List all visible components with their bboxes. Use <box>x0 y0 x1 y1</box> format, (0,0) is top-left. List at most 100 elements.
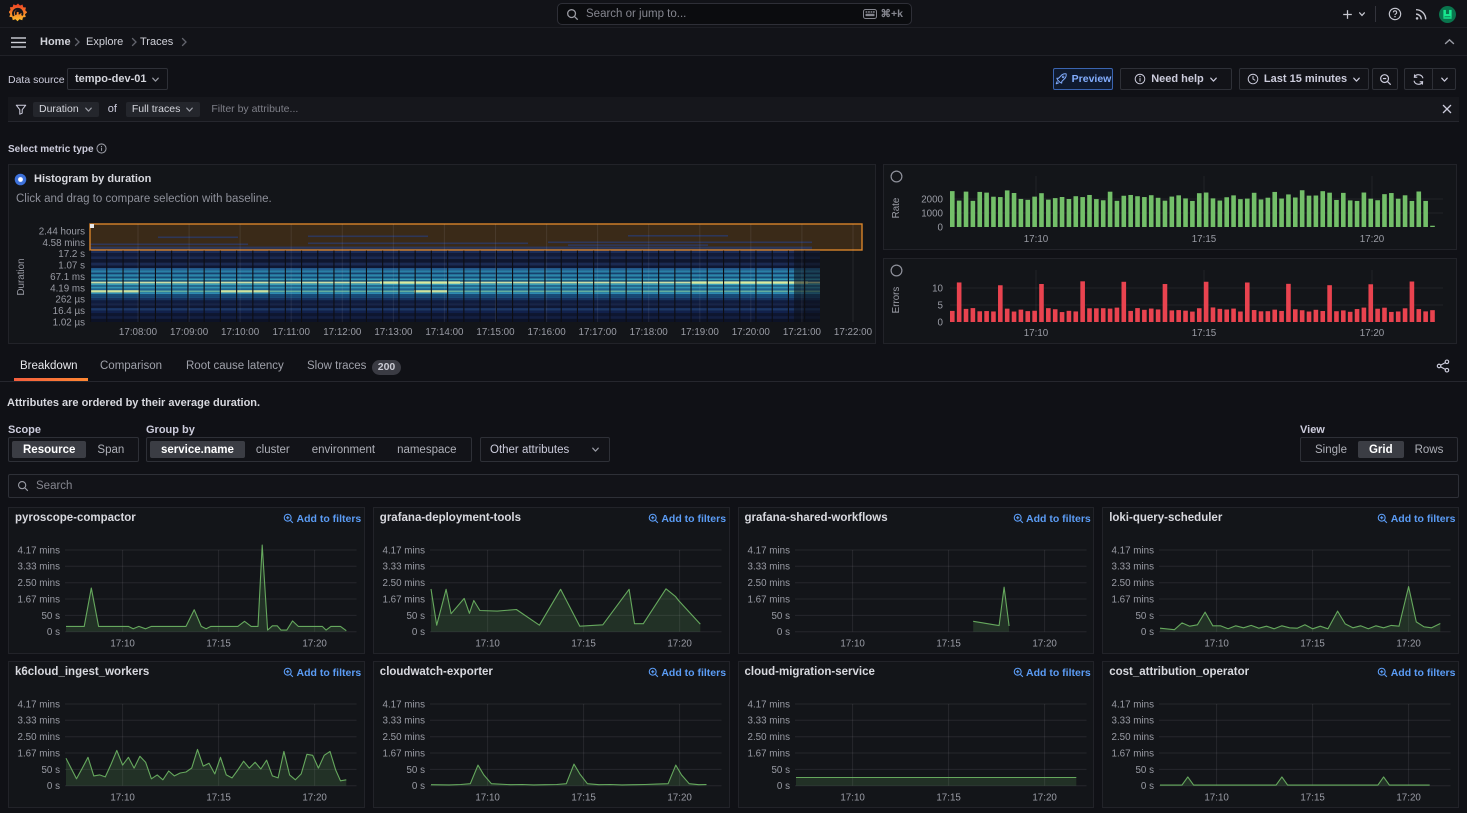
svg-text:50 s: 50 s <box>771 765 790 776</box>
svg-text:17:10: 17:10 <box>1205 793 1230 804</box>
svg-text:0 s: 0 s <box>1141 781 1154 792</box>
svg-text:67.1 ms: 67.1 ms <box>50 272 85 283</box>
svg-text:4.17 mins: 4.17 mins <box>747 545 790 556</box>
svg-text:17:10: 17:10 <box>475 639 500 650</box>
svg-text:0: 0 <box>938 317 944 328</box>
svg-text:1.67 mins: 1.67 mins <box>747 594 790 605</box>
svg-text:17:15: 17:15 <box>571 793 596 804</box>
svg-text:17:10: 17:10 <box>110 639 135 650</box>
svg-text:17:10:00: 17:10:00 <box>221 327 260 338</box>
svg-text:17:14:00: 17:14:00 <box>425 327 464 338</box>
svg-text:1.67 mins: 1.67 mins <box>747 748 790 759</box>
svg-text:17:08:00: 17:08:00 <box>119 327 158 338</box>
svg-text:Errors: Errors <box>891 287 902 314</box>
svg-text:17:19:00: 17:19:00 <box>681 327 720 338</box>
svg-text:50 s: 50 s <box>1136 765 1155 776</box>
svg-text:1.67 mins: 1.67 mins <box>18 748 61 759</box>
svg-text:2.50 mins: 2.50 mins <box>1112 732 1155 743</box>
svg-text:1.07 s: 1.07 s <box>58 261 85 272</box>
svg-text:17:17:00: 17:17:00 <box>579 327 618 338</box>
svg-text:17:15: 17:15 <box>1301 639 1326 650</box>
svg-text:17:15: 17:15 <box>1192 328 1217 339</box>
svg-text:3.33 mins: 3.33 mins <box>18 562 61 573</box>
svg-text:0 s: 0 s <box>412 781 425 792</box>
svg-text:2.44 hours: 2.44 hours <box>39 226 85 237</box>
svg-text:1.67 mins: 1.67 mins <box>382 748 425 759</box>
svg-text:17:10: 17:10 <box>1024 234 1049 245</box>
svg-text:17:15:00: 17:15:00 <box>476 327 515 338</box>
svg-text:17:15: 17:15 <box>936 639 961 650</box>
svg-text:3.33 mins: 3.33 mins <box>747 716 790 727</box>
svg-text:17:21:00: 17:21:00 <box>783 327 822 338</box>
svg-text:1.67 mins: 1.67 mins <box>1112 748 1155 759</box>
svg-text:17:20: 17:20 <box>667 639 692 650</box>
svg-text:17:15: 17:15 <box>1192 234 1217 245</box>
svg-text:2.50 mins: 2.50 mins <box>382 578 425 589</box>
svg-text:17:10: 17:10 <box>1024 328 1049 339</box>
svg-text:3.33 mins: 3.33 mins <box>382 716 425 727</box>
svg-text:Rate: Rate <box>891 197 902 218</box>
svg-text:17:15: 17:15 <box>1301 793 1326 804</box>
svg-text:50 s: 50 s <box>1136 611 1155 622</box>
svg-text:17:10: 17:10 <box>840 793 865 804</box>
svg-text:1.02 µs: 1.02 µs <box>53 317 85 328</box>
svg-text:17:18:00: 17:18:00 <box>630 327 669 338</box>
svg-text:17:20:00: 17:20:00 <box>732 327 771 338</box>
svg-text:17:20: 17:20 <box>1397 793 1422 804</box>
svg-text:17:10: 17:10 <box>110 793 135 804</box>
svg-text:2000: 2000 <box>921 194 943 205</box>
svg-text:5: 5 <box>938 300 944 311</box>
svg-text:3.33 mins: 3.33 mins <box>747 562 790 573</box>
svg-text:3.33 mins: 3.33 mins <box>382 562 425 573</box>
svg-text:2.50 mins: 2.50 mins <box>382 732 425 743</box>
svg-text:50 s: 50 s <box>771 611 790 622</box>
svg-text:17:13:00: 17:13:00 <box>374 327 413 338</box>
svg-text:10: 10 <box>932 283 943 294</box>
svg-text:17:20: 17:20 <box>302 793 327 804</box>
svg-text:17:22:00: 17:22:00 <box>834 327 873 338</box>
svg-text:17:20: 17:20 <box>1032 793 1057 804</box>
svg-text:2.50 mins: 2.50 mins <box>747 732 790 743</box>
svg-text:4.17 mins: 4.17 mins <box>382 699 425 710</box>
svg-text:Duration: Duration <box>16 258 27 295</box>
svg-text:1000: 1000 <box>921 208 943 219</box>
svg-text:17:15: 17:15 <box>206 639 231 650</box>
svg-text:262 µs: 262 µs <box>55 295 85 306</box>
svg-text:1.67 mins: 1.67 mins <box>18 594 61 605</box>
svg-text:0 s: 0 s <box>776 627 789 638</box>
svg-text:4.17 mins: 4.17 mins <box>382 545 425 556</box>
svg-text:0 s: 0 s <box>1141 627 1154 638</box>
svg-text:17:20: 17:20 <box>1397 639 1422 650</box>
svg-text:50 s: 50 s <box>406 765 425 776</box>
svg-text:17:20: 17:20 <box>1360 328 1385 339</box>
svg-text:17:15: 17:15 <box>206 793 231 804</box>
svg-text:4.58 mins: 4.58 mins <box>43 238 86 249</box>
svg-text:4.17 mins: 4.17 mins <box>18 545 61 556</box>
svg-text:50 s: 50 s <box>406 611 425 622</box>
svg-text:17:20: 17:20 <box>302 639 327 650</box>
svg-text:0 s: 0 s <box>47 627 60 638</box>
svg-text:0 s: 0 s <box>412 627 425 638</box>
svg-text:3.33 mins: 3.33 mins <box>1112 562 1155 573</box>
svg-text:4.17 mins: 4.17 mins <box>1112 699 1155 710</box>
svg-text:2.50 mins: 2.50 mins <box>18 578 61 589</box>
svg-text:17:20: 17:20 <box>667 793 692 804</box>
svg-text:17.2 s: 17.2 s <box>58 249 85 260</box>
svg-text:1.67 mins: 1.67 mins <box>382 594 425 605</box>
svg-text:17:12:00: 17:12:00 <box>323 327 362 338</box>
svg-text:0 s: 0 s <box>47 781 60 792</box>
svg-text:17:15: 17:15 <box>571 639 596 650</box>
svg-text:17:10: 17:10 <box>475 793 500 804</box>
svg-text:50 s: 50 s <box>41 611 60 622</box>
svg-text:0: 0 <box>938 222 944 233</box>
svg-text:4.17 mins: 4.17 mins <box>1112 545 1155 556</box>
svg-text:17:20: 17:20 <box>1032 639 1057 650</box>
svg-text:17:16:00: 17:16:00 <box>528 327 567 338</box>
svg-text:3.33 mins: 3.33 mins <box>18 716 61 727</box>
svg-text:17:11:00: 17:11:00 <box>272 327 310 338</box>
svg-text:4.19 ms: 4.19 ms <box>50 283 85 294</box>
svg-text:2.50 mins: 2.50 mins <box>18 732 61 743</box>
svg-text:17:10: 17:10 <box>840 639 865 650</box>
svg-text:0 s: 0 s <box>776 781 789 792</box>
svg-text:2.50 mins: 2.50 mins <box>1112 578 1155 589</box>
